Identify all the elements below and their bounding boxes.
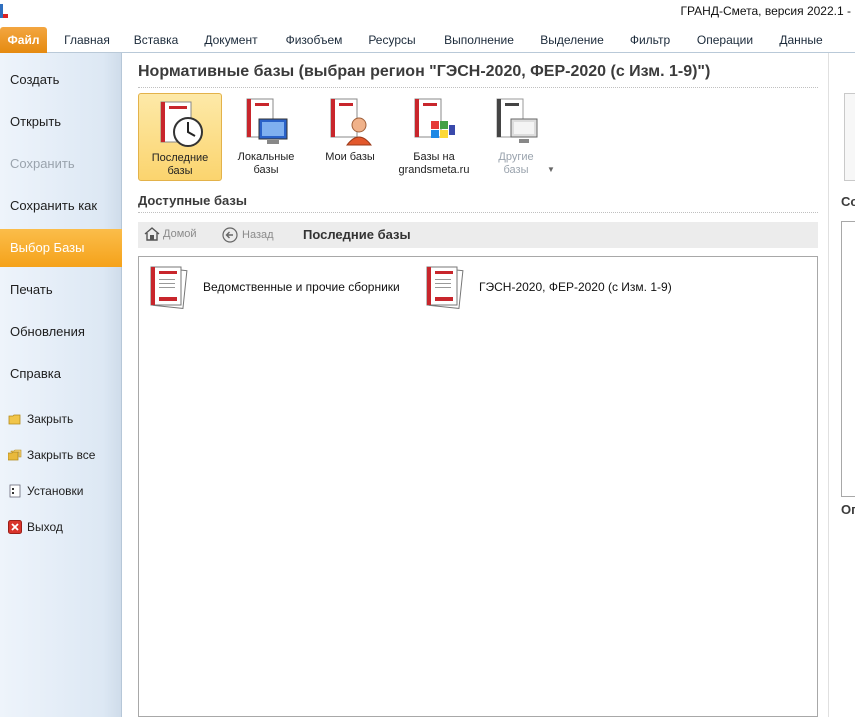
book-stack-icon (423, 263, 469, 311)
main-content: Нормативные базы (выбран регион "ГЭСН-20… (122, 53, 828, 717)
settings-sheet-icon (9, 484, 21, 498)
tab-execution[interactable]: Выполнение (435, 27, 523, 53)
menu-print[interactable]: Печать (0, 271, 122, 309)
local-bases-computer-icon (241, 97, 291, 149)
divider (138, 212, 818, 213)
recent-bases-button[interactable]: Последние базы (138, 93, 222, 181)
menu-exit[interactable]: Выход (0, 512, 122, 542)
list-item-label: Ведомственные и прочие сборники (203, 280, 400, 294)
menu-select-base[interactable]: Выбор Базы (0, 229, 130, 267)
back-button[interactable]: Назад (222, 227, 274, 243)
back-label: Назад (242, 229, 274, 241)
other-bases-label: Другие базы (498, 151, 534, 176)
other-bases-button[interactable]: Другие базы (474, 93, 558, 181)
online-bases-button[interactable]: Базы на grandsmeta.ru (392, 93, 476, 181)
local-bases-button[interactable]: Локальные базы (224, 93, 308, 181)
folders-icon (8, 449, 22, 461)
tab-resources[interactable]: Ресурсы (361, 27, 423, 53)
home-icon (144, 227, 160, 241)
right-panel: Со Оп (828, 53, 855, 717)
page-title: Нормативные базы (выбран регион "ГЭСН-20… (138, 63, 711, 80)
menu-save[interactable]: Сохранить (0, 145, 122, 183)
menu-close-label: Закрыть (27, 412, 74, 426)
tab-data[interactable]: Данные (771, 27, 831, 53)
menu-create[interactable]: Создать (0, 61, 122, 99)
title-bar: ГРАНД-Смета, версия 2022.1 - (0, 0, 855, 24)
menu-close-all-label: Закрыть все (27, 448, 96, 462)
menu-help[interactable]: Справка (0, 355, 122, 393)
app-icon (0, 4, 8, 18)
exit-x-icon (8, 520, 22, 534)
tab-file[interactable]: Файл (0, 27, 47, 53)
tab-physical-volume[interactable]: Физобъем (278, 27, 350, 53)
menu-open[interactable]: Открыть (0, 103, 122, 141)
tab-operations[interactable]: Операции (689, 27, 761, 53)
recent-bases-label: Последние базы (151, 152, 209, 177)
menu-settings-label: Установки (27, 484, 84, 498)
recent-bases-clock-icon (155, 98, 205, 150)
menu-save-as[interactable]: Сохранить как (0, 187, 122, 225)
book-stack-icon (147, 263, 193, 311)
online-bases-icon (409, 97, 459, 149)
divider (138, 87, 818, 88)
right-panel-heading: Со (841, 194, 855, 209)
tab-filter[interactable]: Фильтр (622, 27, 678, 53)
my-bases-label: Мои базы (325, 151, 375, 163)
tab-selection[interactable]: Выделение (533, 27, 611, 53)
home-button[interactable]: Домой (144, 227, 197, 241)
window-title: ГРАНД-Смета, версия 2022.1 - (680, 4, 851, 18)
backstage-menu: Создать Открыть Сохранить Сохранить как … (0, 53, 130, 717)
menu-updates[interactable]: Обновления (0, 313, 122, 351)
right-panel-button[interactable] (844, 93, 855, 181)
other-bases-icon (491, 97, 541, 149)
breadcrumb: Домой Назад Последние базы (138, 222, 818, 248)
tab-document[interactable]: Документ (196, 27, 266, 53)
list-item[interactable]: Ведомственные и прочие сборники (147, 263, 400, 311)
list-item-label: ГЭСН-2020, ФЕР-2020 (с Изм. 1-9) (479, 280, 672, 294)
folder-icon (8, 414, 21, 425)
right-panel-subheading: Оп (841, 502, 855, 517)
online-bases-label: Базы на grandsmeta.ru (398, 151, 470, 176)
tab-home[interactable]: Главная (55, 27, 119, 53)
menu-settings[interactable]: Установки (0, 476, 122, 506)
available-bases-heading: Доступные базы (138, 193, 247, 208)
back-arrow-icon (222, 227, 238, 243)
tab-insert[interactable]: Вставка (128, 27, 184, 53)
chevron-down-icon[interactable]: ▼ (547, 165, 555, 174)
home-label: Домой (163, 228, 197, 240)
list-item[interactable]: ГЭСН-2020, ФЕР-2020 (с Изм. 1-9) (423, 263, 672, 311)
menu-exit-label: Выход (27, 520, 63, 534)
local-bases-label: Локальные базы (237, 151, 295, 176)
my-bases-button[interactable]: Мои базы (308, 93, 392, 181)
menu-close-all[interactable]: Закрыть все (0, 440, 122, 470)
menu-close[interactable]: Закрыть (0, 404, 122, 434)
bases-list: Ведомственные и прочие сборники ГЭСН-202… (138, 256, 818, 717)
right-panel-box (841, 221, 855, 497)
nav-title: Последние базы (303, 227, 411, 242)
my-bases-user-icon (325, 97, 375, 149)
ribbon-tabs: Файл Главная Вставка Документ Физобъем Р… (0, 27, 855, 53)
